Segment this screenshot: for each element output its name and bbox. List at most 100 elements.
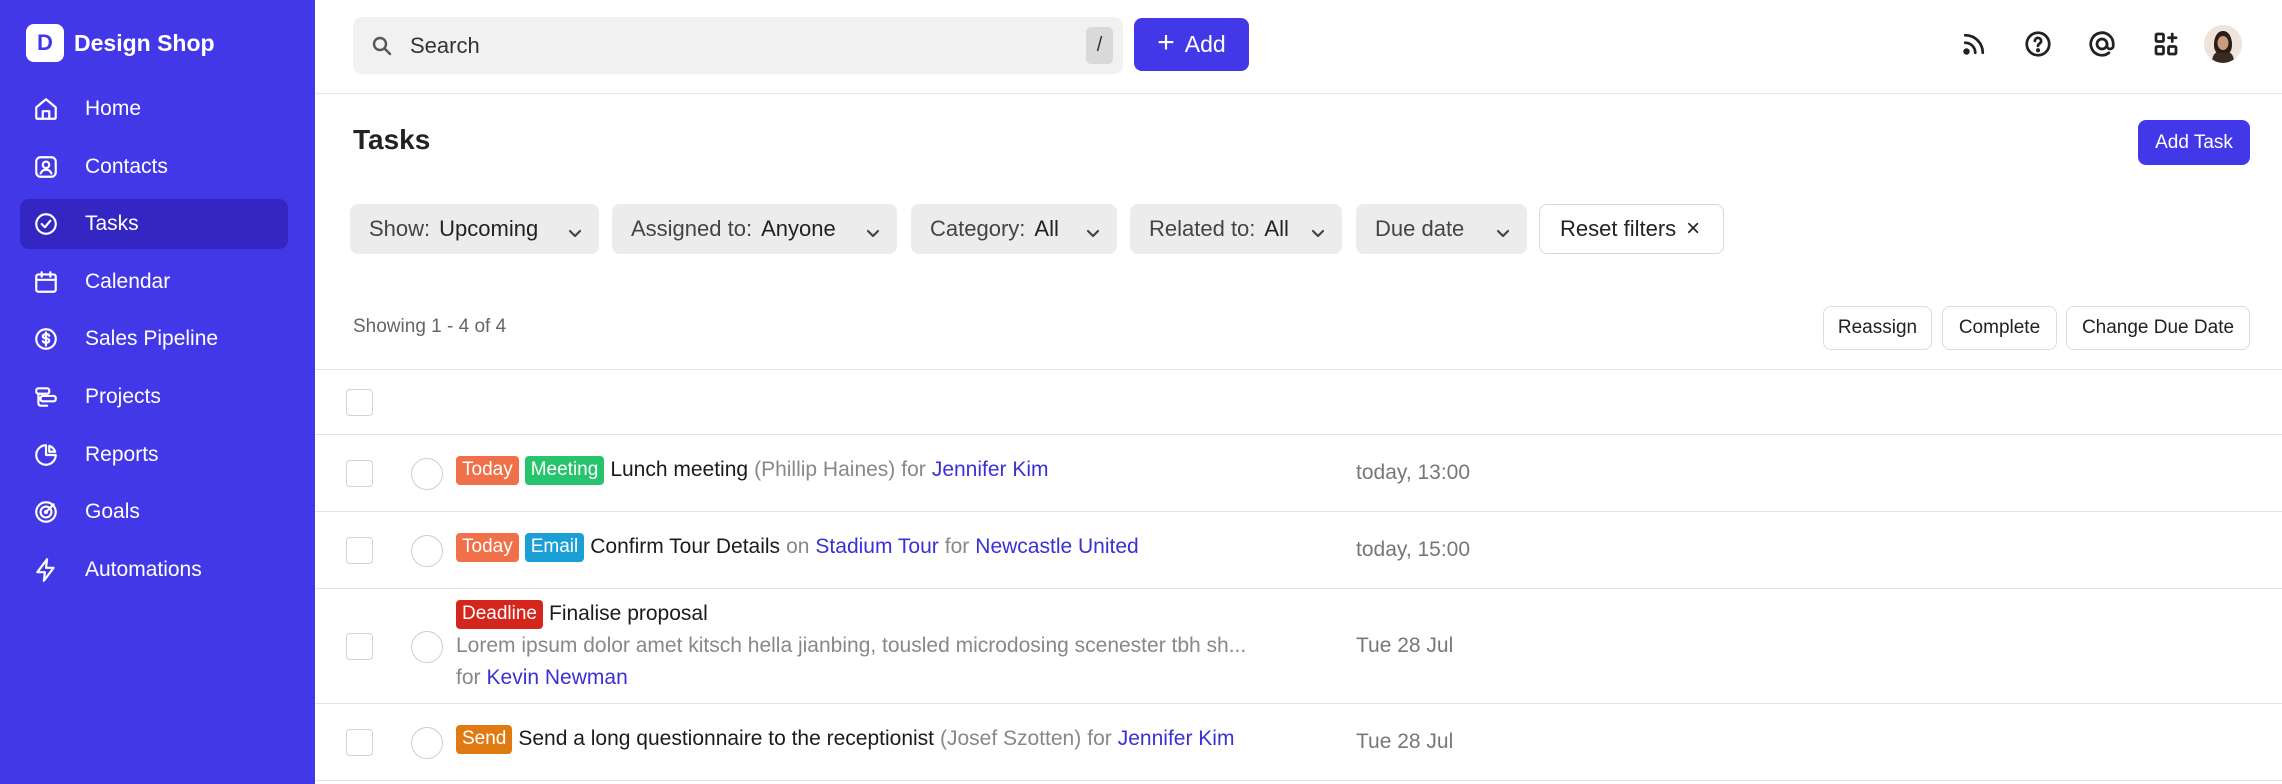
chevron-down-icon <box>865 221 881 238</box>
dollar-icon <box>32 325 60 353</box>
search-shortcut-key: / <box>1086 27 1113 64</box>
calendar-icon <box>32 268 60 296</box>
page-title: Tasks <box>353 124 431 155</box>
sidebar: D Design Shop Home Contacts Tasks Calend… <box>0 0 315 784</box>
search-icon <box>372 36 392 55</box>
for-word: for <box>944 535 970 559</box>
chevron-down-icon <box>1085 221 1101 238</box>
badge-today: Today <box>456 456 519 485</box>
task-person: (Phillip Haines) <box>754 458 896 482</box>
complete-button[interactable]: Complete <box>1942 306 2057 350</box>
contacts-icon <box>32 153 60 181</box>
sidebar-nav: Home Contacts Tasks Calendar Sales Pipel… <box>20 84 288 602</box>
filter-category[interactable]: Category: All <box>911 204 1117 254</box>
task-title[interactable]: Finalise proposal <box>549 602 708 626</box>
sidebar-item-automations[interactable]: Automations <box>20 545 288 595</box>
select-all-checkbox[interactable] <box>346 389 373 416</box>
results-count: Showing 1 - 4 of 4 <box>353 316 507 337</box>
filter-show[interactable]: Show: Upcoming <box>350 204 599 254</box>
brand-name: Design Shop <box>74 29 215 56</box>
add-button[interactable]: + Add <box>1134 18 1249 71</box>
change-due-date-button[interactable]: Change Due Date <box>2066 306 2250 350</box>
close-icon: × <box>1686 215 1701 242</box>
sidebar-item-home[interactable]: Home <box>20 84 288 134</box>
apps-icon[interactable] <box>2150 28 2182 60</box>
sidebar-item-label: Home <box>85 97 142 120</box>
lightning-icon <box>32 556 60 584</box>
search-input[interactable]: Search / <box>353 17 1123 74</box>
rss-icon[interactable] <box>1958 28 1990 60</box>
projects-icon <box>32 383 60 411</box>
at-icon[interactable] <box>2086 28 2118 60</box>
brand-logo: D <box>26 24 64 62</box>
divider <box>315 434 2282 435</box>
table-row[interactable]: Deadline Finalise proposal <box>456 600 714 629</box>
contact-link[interactable]: Kevin Newman <box>487 666 628 690</box>
filter-label: Due date <box>1375 216 1465 241</box>
task-title[interactable]: Confirm Tour Details <box>590 535 780 559</box>
sidebar-item-contacts[interactable]: Contacts <box>20 142 288 192</box>
reassign-button[interactable]: Reassign <box>1823 306 1932 350</box>
task-related: for Kevin Newman <box>456 666 634 690</box>
sidebar-item-projects[interactable]: Projects <box>20 372 288 422</box>
sidebar-item-calendar[interactable]: Calendar <box>20 257 288 307</box>
filter-assigned-to[interactable]: Assigned to: Anyone <box>612 204 897 254</box>
help-icon[interactable] <box>2022 28 2054 60</box>
badge-today: Today <box>456 533 519 562</box>
for-word: for <box>1087 727 1112 751</box>
brand[interactable]: D Design Shop <box>26 24 215 62</box>
filter-label: Assigned to: <box>631 216 753 241</box>
contact-link[interactable]: Jennifer Kim <box>932 458 1049 482</box>
sidebar-item-label: Sales Pipeline <box>85 327 219 351</box>
due-date: Tue 28 Jul <box>1356 730 1454 753</box>
search-placeholder: Search <box>410 32 480 58</box>
badge-meeting: Meeting <box>524 456 605 485</box>
row-checkbox[interactable] <box>346 729 373 756</box>
for-word: for <box>901 458 926 482</box>
sidebar-item-reports[interactable]: Reports <box>20 430 288 480</box>
reset-filters-button[interactable]: Reset filters × <box>1539 204 1724 254</box>
table-row[interactable]: Today Email Confirm Tour Details on Stad… <box>456 533 1145 562</box>
task-title[interactable]: Lunch meeting <box>610 458 748 482</box>
avatar[interactable] <box>2204 25 2242 63</box>
sidebar-item-goals[interactable]: Goals <box>20 487 288 537</box>
row-checkbox[interactable] <box>346 633 373 660</box>
task-description: Lorem ipsum dolor amet kitsch hella jian… <box>456 634 1247 657</box>
filter-value: All <box>1264 216 1289 241</box>
on-word: on <box>786 535 810 559</box>
due-date: today, 15:00 <box>1356 538 1471 561</box>
sidebar-item-sales-pipeline[interactable]: Sales Pipeline <box>20 314 288 364</box>
filter-value: Upcoming <box>439 216 539 241</box>
table-row[interactable]: Today Meeting Lunch meeting (Phillip Hai… <box>456 456 1055 485</box>
table-row[interactable]: Send Send a long questionnaire to the re… <box>456 725 1240 754</box>
filter-value: Anyone <box>761 216 836 241</box>
chevron-down-icon <box>1495 221 1511 238</box>
row-checkbox[interactable] <box>346 460 373 487</box>
contact-link[interactable]: Newcastle United <box>975 535 1138 559</box>
deal-link[interactable]: Stadium Tour <box>815 535 938 559</box>
divider <box>315 780 2282 781</box>
complete-task-toggle[interactable] <box>411 458 443 490</box>
complete-task-toggle[interactable] <box>411 631 443 663</box>
filter-label: Category: <box>930 216 1026 241</box>
complete-task-toggle[interactable] <box>411 727 443 759</box>
add-task-button[interactable]: Add Task <box>2138 120 2250 165</box>
row-checkbox[interactable] <box>346 537 373 564</box>
complete-task-toggle[interactable] <box>411 535 443 567</box>
sidebar-item-label: Reports <box>85 442 159 466</box>
filter-related-to[interactable]: Related to: All <box>1130 204 1342 254</box>
badge-send: Send <box>456 725 513 754</box>
divider <box>315 703 2282 704</box>
for-word: for <box>456 666 481 689</box>
task-person: (Josef Szotten) <box>940 727 1082 751</box>
chevron-down-icon <box>567 221 583 238</box>
contact-link[interactable]: Jennifer Kim <box>1118 727 1235 751</box>
task-title[interactable]: Send a long questionnaire to the recepti… <box>518 727 934 751</box>
filter-due-date[interactable]: Due date <box>1356 204 1527 254</box>
sidebar-item-label: Goals <box>85 500 140 524</box>
divider <box>315 588 2282 589</box>
sidebar-item-label: Tasks <box>85 212 139 236</box>
sidebar-item-tasks[interactable]: Tasks <box>20 199 288 250</box>
home-icon <box>32 95 60 123</box>
due-date: Tue 28 Jul <box>1356 634 1454 657</box>
